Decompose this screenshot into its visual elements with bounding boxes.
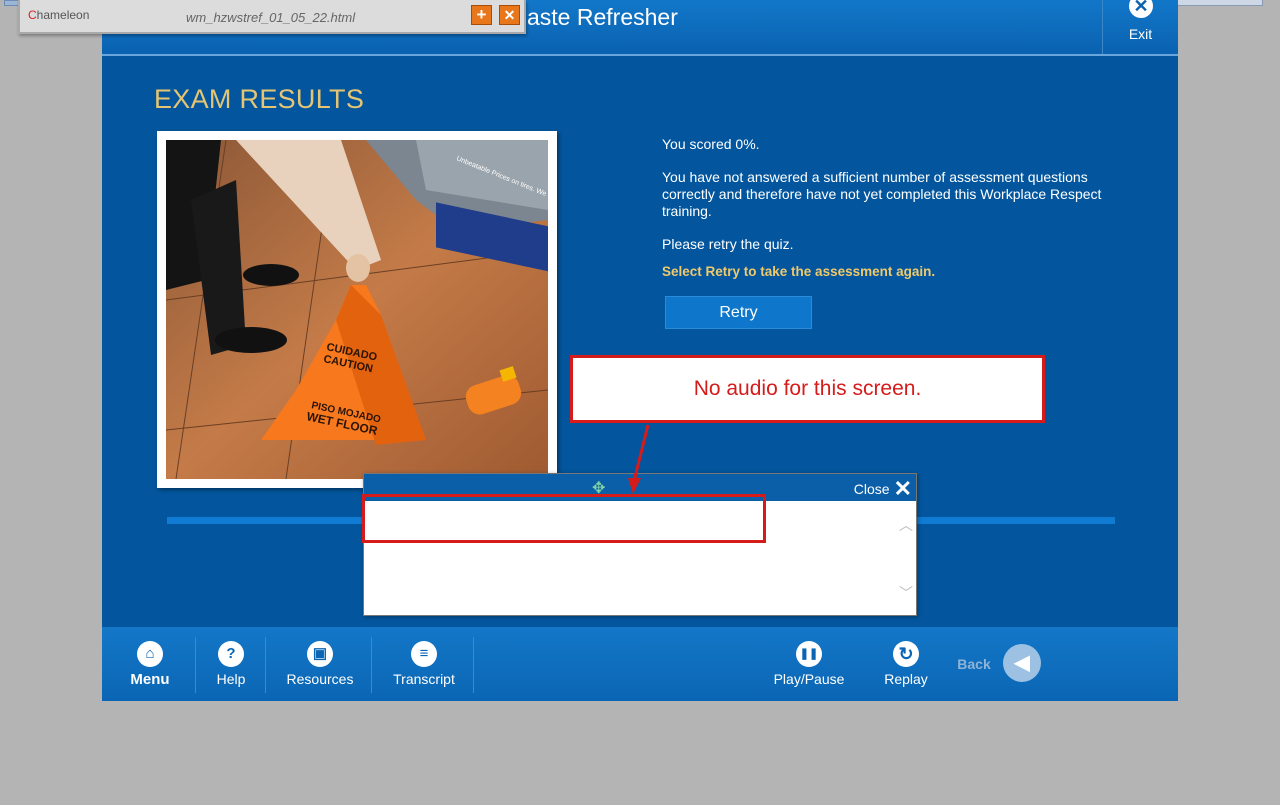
menu-label: Menu [130, 671, 170, 688]
help-icon: ? [218, 641, 244, 667]
retry-button[interactable]: Retry [665, 296, 812, 329]
help-label: Help [216, 671, 246, 687]
replay-icon: ↻ [893, 641, 919, 667]
pause-icon: ❚❚ [796, 641, 822, 667]
add-button[interactable]: + [471, 5, 492, 25]
exit-icon: ✕ [1129, 0, 1153, 18]
course-title: aste Refresher [527, 4, 678, 30]
play-pause-label: Play/Pause [773, 671, 845, 687]
help-button[interactable]: ? Help [197, 627, 265, 701]
wet-floor-photo: Unbeatable Prices on tires. We Guar CUID… [157, 131, 557, 488]
dialog-close-button[interactable]: Close ✕ [854, 476, 912, 502]
logo-text: hameleon [36, 8, 90, 22]
nav-divider [265, 637, 266, 693]
results-panel: You scored 0%. You have not answered a s… [662, 136, 1122, 296]
transcript-button[interactable]: ≡ Transcript [380, 627, 468, 701]
nav-divider [371, 637, 372, 693]
chameleon-logo: Chameleon [28, 8, 89, 22]
back-button[interactable]: Back ◀ [950, 627, 1045, 701]
replay-button[interactable]: ↻ Replay [872, 627, 940, 701]
transcript-icon: ≡ [411, 641, 437, 667]
scroll-down-icon[interactable]: ﹀ [896, 583, 916, 603]
popup-window-bar[interactable]: Chameleon wm_hzwstref_01_05_22.html + ✕ [18, 0, 526, 34]
menu-button[interactable]: ⌂ Menu [112, 627, 188, 701]
logo-initial: C [28, 8, 37, 22]
close-label: Close [853, 481, 890, 497]
replay-label: Replay [884, 671, 928, 687]
exit-label: Exit [1128, 26, 1153, 42]
exit-button[interactable]: ✕ Exit [1102, 0, 1178, 54]
nav-divider [195, 637, 196, 693]
close-icon: ✕ [893, 476, 912, 501]
play-pause-button[interactable]: ❚❚ Play/Pause [766, 627, 852, 701]
transcript-label: Transcript [393, 671, 455, 687]
retry-instruction: Select Retry to take the assessment agai… [662, 264, 936, 279]
results-message: You have not answered a sufficient numbe… [662, 169, 1102, 219]
filename-label: wm_hzwstref_01_05_22.html [186, 10, 356, 25]
scroll-up-icon[interactable]: ︿ [896, 515, 916, 535]
highlight-box [362, 494, 766, 543]
resources-button[interactable]: ▣ Resources [272, 627, 368, 701]
resources-icon: ▣ [307, 641, 333, 667]
dialog-scrollbar[interactable]: ︿ ﹀ [896, 501, 916, 615]
bottom-nav-bar: ⌂ Menu ? Help ▣ Resources ≡ Transcript ❚… [102, 627, 1178, 701]
page-title: EXAM RESULTS [154, 84, 365, 114]
home-icon: ⌂ [137, 641, 163, 667]
back-arrow-icon: ◀ [1003, 644, 1041, 682]
nav-divider [473, 637, 474, 693]
retry-prompt: Please retry the quiz. [662, 236, 794, 252]
score-text: You scored 0%. [662, 136, 760, 152]
photo-illustration: Unbeatable Prices on tires. We Guar CUID… [166, 140, 548, 479]
annotation-callout: No audio for this screen. [570, 355, 1045, 423]
close-window-button[interactable]: ✕ [499, 5, 520, 25]
back-label: Back [957, 656, 991, 672]
resources-label: Resources [286, 671, 354, 687]
